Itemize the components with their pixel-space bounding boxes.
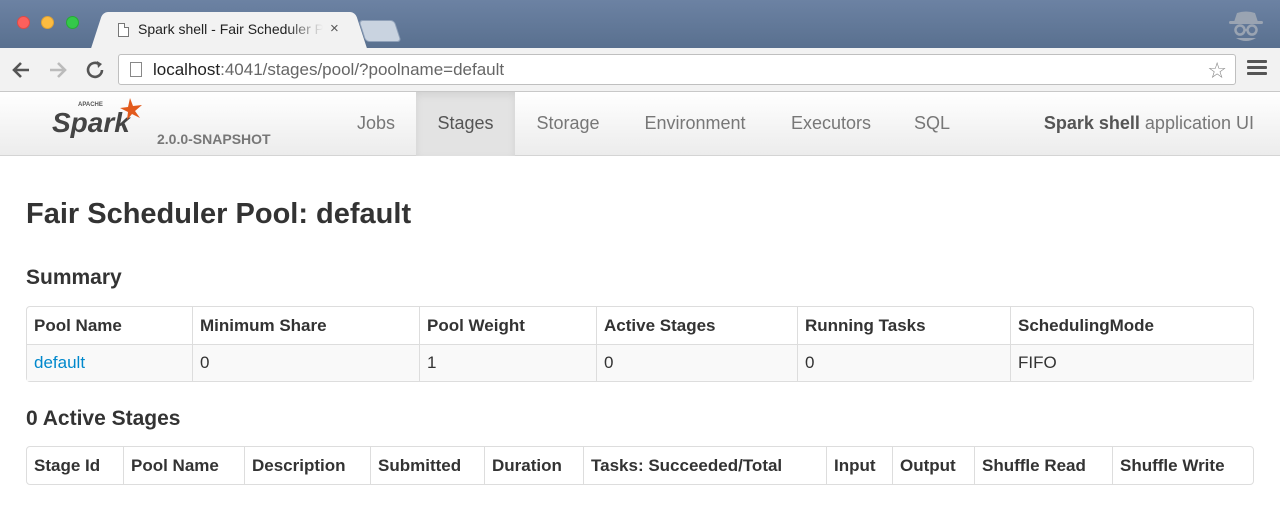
browser-menu-icon[interactable] bbox=[1247, 60, 1267, 78]
column-header[interactable]: SchedulingMode bbox=[1010, 307, 1253, 344]
browser-titlebar: Spark shell - Fair Scheduler Pool: defau… bbox=[0, 0, 1280, 48]
page-icon bbox=[130, 62, 142, 77]
column-header[interactable]: Submitted bbox=[370, 447, 484, 484]
browser-toolbar: localhost:4041/stages/pool/?poolname=def… bbox=[0, 48, 1280, 92]
zoom-window-icon[interactable] bbox=[66, 16, 79, 29]
tab-title: Spark shell - Fair Scheduler Pool: defau… bbox=[138, 21, 323, 37]
tab-close-icon[interactable]: × bbox=[330, 20, 339, 37]
column-header[interactable]: Pool Name bbox=[123, 447, 244, 484]
close-window-icon[interactable] bbox=[17, 16, 30, 29]
svg-text:Spark: Spark bbox=[52, 107, 131, 138]
nav-tab-storage[interactable]: Storage bbox=[516, 92, 620, 156]
url-host: localhost bbox=[153, 60, 221, 79]
column-header[interactable]: Pool Name bbox=[27, 307, 192, 344]
table-cell: 1 bbox=[419, 344, 596, 381]
table-header-row: Pool Name Minimum Share Pool Weight Acti… bbox=[27, 307, 1253, 344]
active-stages-heading: 0 Active Stages bbox=[26, 407, 181, 430]
spark-navbar: APACHE Spark 2.0.0-SNAPSHOT Jobs Stages … bbox=[0, 92, 1280, 156]
app-name-bold: Spark shell bbox=[1043, 113, 1140, 133]
active-stages-table: Stage Id Pool Name Description Submitted… bbox=[26, 446, 1254, 485]
nav-tab-executors[interactable]: Executors bbox=[770, 92, 892, 156]
table-cell: 0 bbox=[797, 344, 1010, 381]
forward-arrow-icon[interactable] bbox=[46, 58, 70, 82]
table-row: default 0 1 0 0 FIFO bbox=[27, 344, 1253, 381]
page-icon bbox=[118, 23, 129, 37]
column-header[interactable]: Running Tasks bbox=[797, 307, 1010, 344]
column-header[interactable]: Active Stages bbox=[596, 307, 797, 344]
pool-name-link[interactable]: default bbox=[34, 353, 85, 372]
url-path: :4041/stages/pool/?poolname=default bbox=[220, 60, 505, 79]
column-header[interactable]: Tasks: Succeeded/Total bbox=[583, 447, 826, 484]
column-header[interactable]: Shuffle Read bbox=[974, 447, 1112, 484]
column-header[interactable]: Output bbox=[892, 447, 974, 484]
new-tab-button[interactable] bbox=[358, 20, 402, 42]
page-title: Fair Scheduler Pool: default bbox=[26, 198, 412, 230]
nav-tab-environment[interactable]: Environment bbox=[622, 92, 768, 156]
application-name: Spark shell application UI bbox=[1044, 92, 1254, 156]
column-header[interactable]: Input bbox=[826, 447, 892, 484]
summary-table: Pool Name Minimum Share Pool Weight Acti… bbox=[26, 306, 1254, 382]
back-arrow-icon[interactable] bbox=[9, 58, 33, 82]
table-cell: 0 bbox=[192, 344, 419, 381]
app-name-suffix: application UI bbox=[1139, 113, 1254, 133]
bookmark-star-icon[interactable]: ☆ bbox=[1207, 58, 1227, 84]
address-bar[interactable]: localhost:4041/stages/pool/?poolname=def… bbox=[118, 54, 1236, 85]
column-header[interactable]: Pool Weight bbox=[419, 307, 596, 344]
incognito-icon bbox=[1229, 11, 1263, 41]
table-cell: 0 bbox=[596, 344, 797, 381]
table-cell: FIFO bbox=[1010, 344, 1253, 381]
nav-tab-jobs[interactable]: Jobs bbox=[337, 92, 415, 156]
spark-logo[interactable]: APACHE Spark 2.0.0-SNAPSHOT bbox=[50, 96, 290, 152]
table-header-row: Stage Id Pool Name Description Submitted… bbox=[27, 447, 1253, 484]
summary-heading: Summary bbox=[26, 266, 122, 289]
column-header[interactable]: Stage Id bbox=[27, 447, 123, 484]
column-header[interactable]: Shuffle Write bbox=[1112, 447, 1253, 484]
minimize-window-icon[interactable] bbox=[41, 16, 54, 29]
url-text[interactable]: localhost:4041/stages/pool/?poolname=def… bbox=[153, 60, 504, 80]
nav-tab-sql[interactable]: SQL bbox=[894, 92, 970, 156]
browser-tab[interactable]: Spark shell - Fair Scheduler Pool: defau… bbox=[104, 12, 354, 48]
reload-icon[interactable] bbox=[83, 58, 107, 82]
nav-tab-stages[interactable]: Stages bbox=[416, 92, 515, 156]
column-header[interactable]: Description bbox=[244, 447, 370, 484]
column-header[interactable]: Minimum Share bbox=[192, 307, 419, 344]
spark-version: 2.0.0-SNAPSHOT bbox=[157, 131, 271, 147]
table-cell: default bbox=[27, 344, 192, 381]
spark-logo-icon: APACHE Spark bbox=[52, 98, 142, 138]
column-header[interactable]: Duration bbox=[484, 447, 583, 484]
